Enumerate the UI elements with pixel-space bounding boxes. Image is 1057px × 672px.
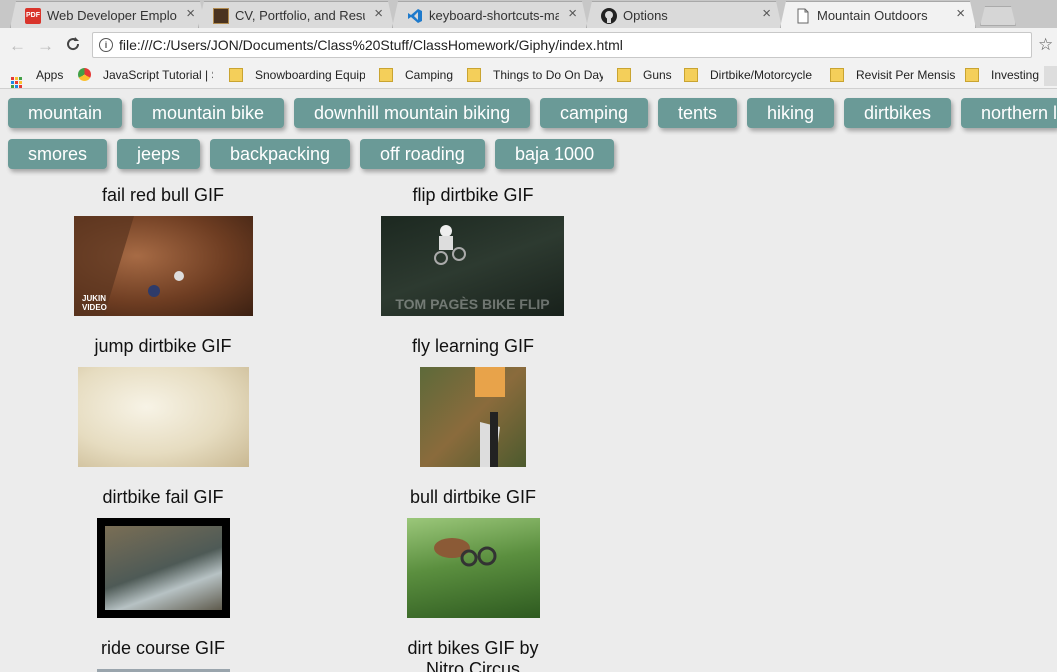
gif-card: jump dirtbike GIF [43,336,283,357]
bookmark-label: Snowboarding Equip [255,68,365,82]
close-tab-icon[interactable]: × [956,5,965,22]
close-tab-icon[interactable]: × [762,5,771,22]
bookmark-javascript-tutorial[interactable]: JavaScript Tutorial | S [78,68,213,82]
bookmark-label: JavaScript Tutorial | S [103,68,213,82]
bookmark-label: Guns [643,68,672,82]
folder-icon [229,68,243,82]
bookmark-folder[interactable]: Things to Do On Day [467,68,603,83]
bookmark-label: Camping [405,68,454,82]
gif-image[interactable]: JUKIN VIDEO [74,216,253,316]
gif-image[interactable] [78,367,249,467]
gif-caption: ride course GIF [100,638,226,658]
bookmarks-overflow[interactable] [1044,66,1057,86]
topic-button-mountain[interactable]: mountain [8,98,123,128]
topic-button-dirtbikes[interactable]: dirtbikes [844,98,952,128]
topic-button-camping[interactable]: camping [540,98,649,128]
gif-caption: dirtbike fail GIF [102,487,224,507]
gif-caption: dirt bikes GIF by Nitro Circus [407,638,539,672]
gif-card: fly learning GIF [353,336,593,357]
close-tab-icon[interactable]: × [186,5,195,22]
gif-card: fail red bull GIF [43,185,283,206]
bookmark-label: Apps [36,68,64,82]
chrome-icon [78,68,91,81]
browser-tab[interactable]: PDF Web Developer Employer × [10,1,206,28]
page-content: mountain mountain bike downhill mountain… [0,89,1057,672]
reload-icon[interactable] [65,36,81,57]
topic-button-tents[interactable]: tents [658,98,738,128]
tab-title: Web Developer Employer [47,8,177,23]
gif-caption: fly learning GIF [411,336,535,356]
bookmark-folder[interactable]: Dirtbike/Motorcycle [684,68,812,83]
address-bar[interactable]: i file:///C:/Users/JON/Documents/Class%2… [92,32,1032,58]
bookmark-folder[interactable]: Camping [379,68,453,83]
topic-button-hiking[interactable]: hiking [747,98,835,128]
tab-strip: PDF Web Developer Employer × CV, Portfol… [0,0,1057,28]
gif-image[interactable]: TOM PAGÈS BIKE FLIP [381,216,564,316]
bookmark-folder[interactable]: Snowboarding Equip [229,68,365,83]
gif-image[interactable] [420,367,526,467]
gif-card: flip dirtbike GIF [353,185,593,206]
close-tab-icon[interactable]: × [568,5,577,22]
github-icon [601,8,617,24]
browser-toolbar: ← → i file:///C:/Users/JON/Documents/Cla… [0,28,1057,64]
bookmark-label: Investing [991,68,1040,82]
bookmark-label: Things to Do On Day [493,68,603,82]
folder-icon [830,68,844,82]
page-icon [795,8,811,24]
star-icon[interactable]: ☆ [1038,35,1053,55]
gif-caption: fail red bull GIF [101,185,225,205]
browser-tab-active[interactable]: Mountain Outdoors × [780,1,976,28]
gif-card: bull dirtbike GIF [353,487,593,508]
folder-icon [617,68,631,82]
topic-button-off-roading[interactable]: off roading [360,139,485,169]
bookmark-label: Revisit Per Mensis [856,68,956,82]
topic-button-downhill-mountain-biking[interactable]: downhill mountain biking [294,98,531,128]
browser-tab[interactable]: keyboard-shortcuts-mac × [392,1,588,28]
tab-title: keyboard-shortcuts-mac [429,8,559,23]
topic-button-baja-1000[interactable]: baja 1000 [495,139,615,169]
new-tab-button[interactable] [980,6,1016,26]
arrow-left-icon[interactable]: ← [9,36,26,56]
topic-button-jeeps[interactable]: jeeps [117,139,201,169]
folder-icon [467,68,481,82]
bookmark-label: Dirtbike/Motorcycle [710,68,813,82]
tab-title: Mountain Outdoors [817,8,928,23]
tab-title: CV, Portfolio, and Resume [235,8,363,23]
info-icon[interactable]: i [99,38,113,52]
gif-image[interactable] [407,518,540,618]
browser-tab[interactable]: CV, Portfolio, and Resume × [198,1,394,28]
topic-button-mountain-bike[interactable]: mountain bike [132,98,285,128]
browser-tab[interactable]: Options × [586,1,782,28]
gif-card: dirtbike fail GIF [43,487,283,508]
folder-icon [379,68,393,82]
gif-image[interactable] [97,518,230,618]
pdf-icon: PDF [25,8,41,24]
close-tab-icon[interactable]: × [374,5,383,22]
apps-grid-icon [11,77,22,88]
tab-title: Options [623,8,668,23]
folder-icon [965,68,979,82]
url-text[interactable]: file:///C:/Users/JON/Documents/Class%20S… [119,37,623,53]
gif-watermark: TOM PAGÈS BIKE FLIP [395,296,550,312]
gif-caption: jump dirtbike GIF [94,336,232,356]
bookmark-folder[interactable]: Revisit Per Mensis [830,68,955,83]
gif-card: ride course GIF [43,638,283,659]
bookmark-folder[interactable]: Guns [617,68,672,83]
bookmark-apps[interactable]: Apps [11,68,63,88]
vscode-icon [407,8,423,24]
folder-icon [684,68,698,82]
document-icon [213,8,229,24]
gif-card: dirt bikes GIF by Nitro Circus [353,638,593,672]
gif-caption: flip dirtbike GIF [412,185,534,205]
gif-caption: bull dirtbike GIF [409,487,537,507]
gif-watermark: JUKIN VIDEO [82,294,107,312]
arrow-right-icon[interactable]: → [37,36,54,56]
topic-button-smores[interactable]: smores [8,139,108,169]
topic-button-northern-lights[interactable]: northern l [961,98,1057,128]
bookmark-folder[interactable]: Investing [965,68,1039,83]
topic-button-backpacking[interactable]: backpacking [210,139,351,169]
bookmarks-bar: Apps JavaScript Tutorial | S Snowboardin… [0,64,1057,89]
